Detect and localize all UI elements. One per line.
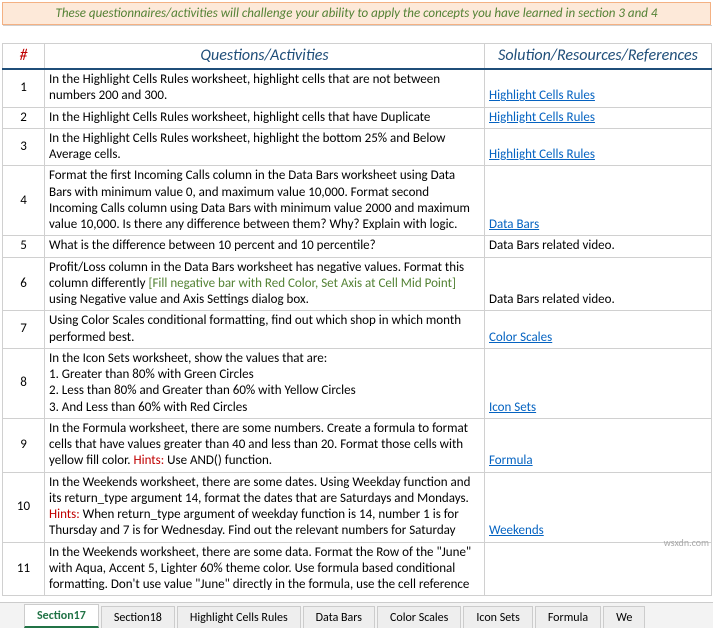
question-cell: Format the first Incoming Calls column i…	[45, 166, 485, 236]
reference-cell: Color Scales	[485, 311, 712, 349]
sheet-tab[interactable]: We	[603, 606, 645, 628]
reference-cell: Formula	[485, 418, 712, 472]
table-row: 8In the Icon Sets worksheet, show the va…	[3, 348, 712, 418]
question-cell: In the Weekends worksheet, there are som…	[45, 472, 485, 542]
sheet-tab[interactable]: Color Scales	[377, 606, 461, 628]
header-row: # Questions/Activities Solution/Resource…	[3, 44, 712, 70]
sheet-tab[interactable]: Highlight Cells Rules	[177, 606, 301, 628]
question-cell: In the Highlight Cells Rules worksheet, …	[45, 107, 485, 128]
hint-label: Hints:	[49, 507, 80, 522]
reference-cell: Data Bars	[485, 166, 712, 236]
reference-link[interactable]: Highlight Cells Rules	[489, 110, 595, 125]
row-number: 6	[3, 257, 45, 311]
header-num: #	[3, 44, 45, 70]
question-text: In the Weekends worksheet, there are som…	[49, 475, 470, 506]
table-row: 1In the Highlight Cells Rules worksheet,…	[3, 69, 712, 107]
question-cell: Profit/Loss column in the Data Bars work…	[45, 257, 485, 311]
reference-link[interactable]: Highlight Cells Rules	[489, 147, 595, 162]
reference-link[interactable]: Data Bars	[489, 217, 539, 232]
question-cell: In the Weekends worksheet, there are som…	[45, 542, 485, 596]
table-row: 11In the Weekends worksheet, there are s…	[3, 542, 712, 596]
reference-text: Data Bars related video.	[489, 292, 615, 307]
reference-cell: Data Bars related video.	[485, 257, 712, 311]
instruction-banner: These questionnaires/activities will cha…	[2, 2, 711, 25]
question-cell: What is the difference between 10 percen…	[45, 236, 485, 257]
question-text: In the Highlight Cells Rules worksheet, …	[49, 110, 430, 125]
reference-cell: Highlight Cells Rules	[485, 69, 712, 107]
row-number: 4	[3, 166, 45, 236]
reference-cell: Data Bars related video.	[485, 236, 712, 257]
reference-cell: Icon Sets	[485, 348, 712, 418]
reference-link[interactable]: Highlight Cells Rules	[489, 88, 595, 103]
question-text: In the Highlight Cells Rules worksheet, …	[49, 131, 445, 162]
question-cell: In the Highlight Cells Rules worksheet, …	[45, 69, 485, 107]
row-number: 3	[3, 128, 45, 166]
row-number: 8	[3, 348, 45, 418]
row-number: 10	[3, 472, 45, 542]
reference-link[interactable]: Formula	[489, 453, 533, 468]
sheet-tab[interactable]: Data Bars	[303, 606, 375, 628]
table-row: 2 In the Highlight Cells Rules worksheet,…	[3, 107, 712, 128]
table-row: 9In the Formula worksheet, there are som…	[3, 418, 712, 472]
hint-label: Hints:	[134, 453, 165, 468]
table-row: 7Using Color Scales conditional formatti…	[3, 311, 712, 349]
reference-link[interactable]: Color Scales	[489, 330, 552, 345]
row-number: 9	[3, 418, 45, 472]
question-text: Using Color Scales conditional formattin…	[49, 313, 461, 344]
sheet-tab[interactable]: Section18	[101, 606, 175, 628]
table-row: 10In the Weekends worksheet, there are s…	[3, 472, 712, 542]
table-row: 3In the Highlight Cells Rules worksheet,…	[3, 128, 712, 166]
table-row: 4Format the first Incoming Calls column …	[3, 166, 712, 236]
sheet-tab[interactable]: Section17	[24, 604, 99, 628]
row-number: 1	[3, 69, 45, 107]
row-number: 7	[3, 311, 45, 349]
question-cell: In the Icon Sets worksheet, show the val…	[45, 348, 485, 418]
sheet-tab[interactable]: Icon Sets	[463, 606, 532, 628]
question-text: In the Highlight Cells Rules worksheet, …	[49, 72, 440, 103]
question-cell: In the Highlight Cells Rules worksheet, …	[45, 128, 485, 166]
question-text: In the Weekends worksheet, there are som…	[49, 545, 471, 593]
question-text: In the Icon Sets worksheet, show the val…	[49, 351, 356, 415]
question-text: Use AND() function.	[164, 453, 272, 468]
sheet-tab-bar: Section17Section18Highlight Cells RulesD…	[0, 602, 713, 628]
questions-table: # Questions/Activities Solution/Resource…	[2, 25, 712, 596]
row-number: 2	[3, 107, 45, 128]
question-text: When return_type argument of weekday fun…	[49, 507, 459, 538]
reference-cell	[485, 542, 712, 596]
question-text: What is the difference between 10 percen…	[49, 238, 376, 253]
question-cell: Using Color Scales conditional formattin…	[45, 311, 485, 349]
question-cell: In the Formula worksheet, there are some…	[45, 418, 485, 472]
header-questions: Questions/Activities	[45, 44, 485, 70]
reference-link[interactable]: Icon Sets	[489, 400, 536, 415]
reference-text: Data Bars related video.	[489, 238, 615, 253]
question-text: using Negative value and Axis Settings d…	[49, 292, 309, 307]
table-row: 5 What is the difference between 10 perce…	[3, 236, 712, 257]
question-text: Format the first Incoming Calls column i…	[49, 168, 470, 232]
reference-cell: Highlight Cells Rules	[485, 128, 712, 166]
header-references: Solution/Resources/References	[485, 44, 712, 70]
row-number: 11	[3, 542, 45, 596]
inline-instruction: [Fill negative bar with Red Color, Set A…	[148, 276, 456, 291]
reference-link[interactable]: Weekends	[489, 523, 544, 538]
reference-cell: Highlight Cells Rules	[485, 107, 712, 128]
reference-cell: Weekends	[485, 472, 712, 542]
table-row: 6Profit/Loss column in the Data Bars wor…	[3, 257, 712, 311]
sheet-tab[interactable]: Formula	[535, 606, 601, 628]
row-number: 5	[3, 236, 45, 257]
